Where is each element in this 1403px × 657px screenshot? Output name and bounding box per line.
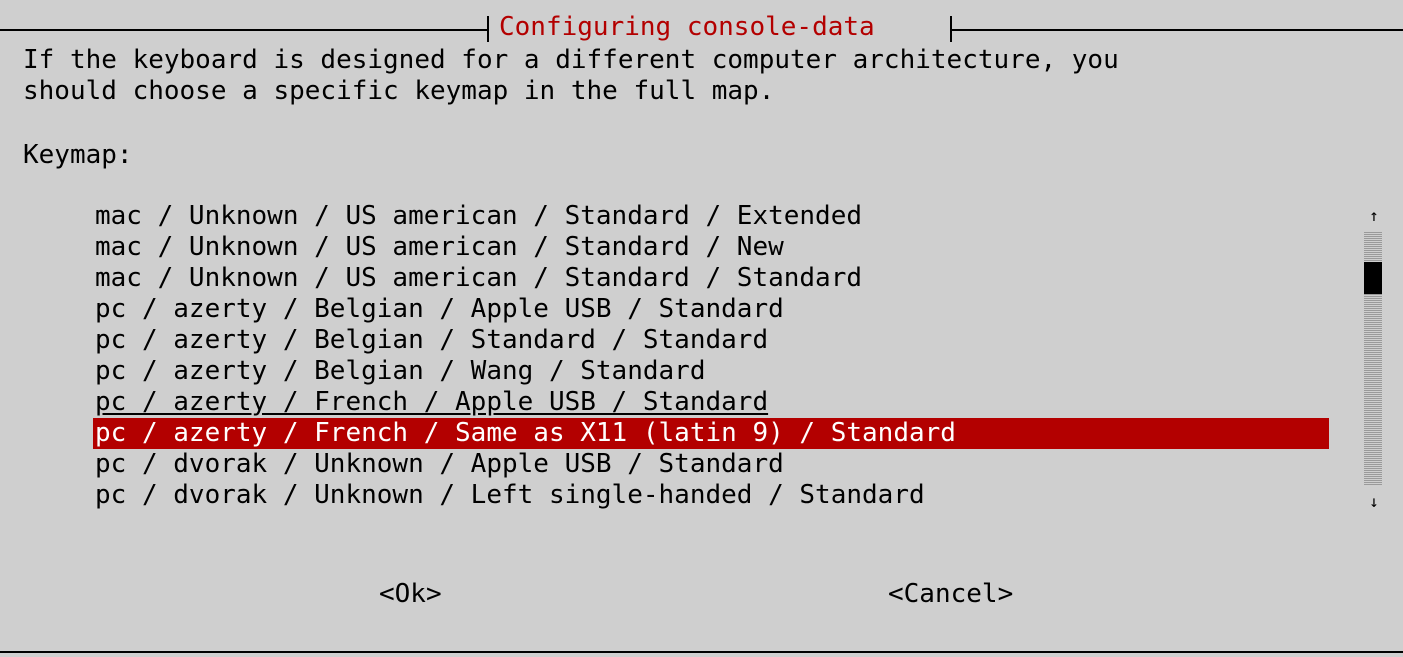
keymap-list-item-label: mac / Unknown / US american / Standard /…	[95, 263, 863, 293]
keymap-list-item[interactable]: pc / azerty / Belgian / Standard / Stand…	[93, 325, 1329, 356]
keymap-list-item-label: pc / azerty / Belgian / Apple USB / Stan…	[95, 294, 784, 324]
keymap-list-item-selected[interactable]: pc / azerty / French / Same as X11 (lati…	[93, 418, 1329, 449]
keymap-list-item[interactable]: mac / Unknown / US american / Standard /…	[93, 201, 1329, 232]
keymap-list-item-label: mac / Unknown / US american / Standard /…	[95, 232, 784, 262]
scroll-down-arrow-icon[interactable]: ↓	[1364, 492, 1384, 512]
keymap-list[interactable]: mac / Unknown / US american / Standard /…	[93, 201, 1329, 511]
title-bracket-left	[487, 16, 489, 42]
keymap-list-item[interactable]: pc / dvorak / Unknown / Left single-hand…	[93, 480, 1329, 511]
keymap-list-item-label: pc / azerty / Belgian / Wang / Standard	[95, 356, 706, 386]
keymap-list-item[interactable]: pc / dvorak / Unknown / Apple USB / Stan…	[93, 449, 1329, 480]
keymap-list-item-label: pc / dvorak / Unknown / Apple USB / Stan…	[95, 449, 784, 479]
keymap-list-item-label: mac / Unknown / US american / Standard /…	[95, 201, 863, 231]
keymap-list-item[interactable]: pc / azerty / Belgian / Wang / Standard	[93, 356, 1329, 387]
dialog-border-bottom	[0, 651, 1403, 653]
keymap-list-item[interactable]: pc / azerty / Belgian / Apple USB / Stan…	[93, 294, 1329, 325]
keymap-label: Keymap:	[23, 140, 133, 170]
keymap-list-item-label: pc / azerty / French / Apple USB / Stand…	[95, 387, 769, 417]
prompt-text-line-2: should choose a specific keymap in the f…	[23, 76, 775, 106]
dialog-border-top-right	[952, 29, 1403, 31]
keymap-list-item-label: pc / azerty / Belgian / Standard / Stand…	[95, 325, 769, 355]
keymap-list-item[interactable]: mac / Unknown / US american / Standard /…	[93, 263, 1329, 294]
keymap-list-item-label: pc / azerty / French / Same as X11 (lati…	[95, 418, 956, 448]
dialog-border-top-left	[0, 29, 487, 31]
console-data-dialog: Configuring console-data If the keyboard…	[0, 0, 1403, 657]
prompt-text-line-1: If the keyboard is designed for a differ…	[23, 45, 1119, 75]
keymap-list-item[interactable]: pc / azerty / French / Apple USB / Stand…	[93, 387, 1329, 418]
keymap-list-item[interactable]: mac / Unknown / US american / Standard /…	[93, 232, 1329, 263]
scroll-up-arrow-icon[interactable]: ↑	[1364, 206, 1384, 226]
keymap-list-item-label: pc / dvorak / Unknown / Left single-hand…	[95, 480, 925, 510]
cancel-button[interactable]: <Cancel>	[888, 579, 1013, 610]
scrollbar-thumb[interactable]	[1364, 262, 1382, 294]
ok-button[interactable]: <Ok>	[379, 579, 442, 610]
dialog-title: Configuring console-data	[499, 12, 875, 42]
